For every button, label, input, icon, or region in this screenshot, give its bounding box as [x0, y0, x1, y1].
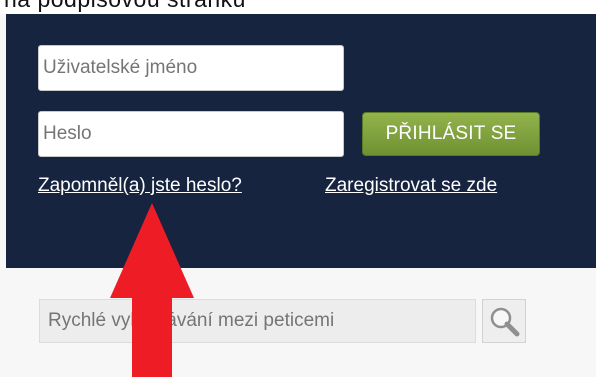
username-input[interactable]	[38, 45, 344, 91]
search-button[interactable]	[482, 299, 526, 343]
login-panel: PŘIHLÁSIT SE Zapomněl(a) jste heslo? Zar…	[6, 14, 596, 268]
cropped-heading-text: na podpisovou stránku	[0, 0, 596, 14]
forgot-password-link[interactable]: Zapomněl(a) jste heslo?	[38, 175, 242, 197]
login-button[interactable]: PŘIHLÁSIT SE	[362, 112, 540, 156]
search-input[interactable]	[39, 299, 476, 343]
password-input[interactable]	[38, 111, 344, 157]
arrow-up-icon	[110, 203, 194, 377]
register-link[interactable]: Zaregistrovat se zde	[325, 175, 497, 197]
quick-search	[0, 268, 596, 377]
search-icon	[490, 307, 520, 337]
heading-fragment: na podpisovou stránku	[4, 0, 246, 13]
